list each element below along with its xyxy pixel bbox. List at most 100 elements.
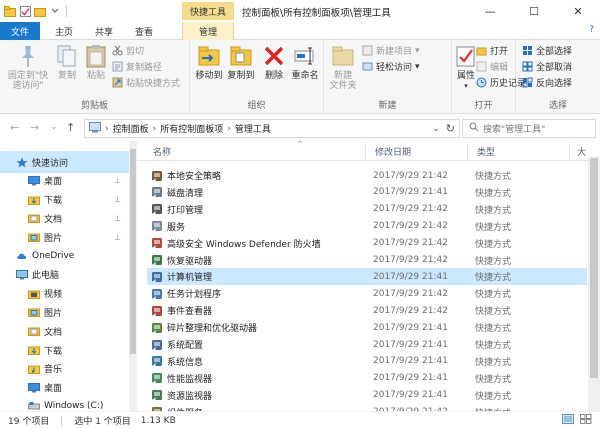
file-row[interactable]: 事件查看器 2017/9/29 21:42 快捷方式 (147, 302, 587, 319)
column-name[interactable]: 名称 (153, 145, 171, 158)
copy-to-button[interactable]: 复制到 (226, 43, 256, 81)
group-select: 全部选择 全部取消 反向选择 选择 (516, 40, 600, 114)
forward-button[interactable]: → (30, 121, 39, 134)
refresh-button[interactable]: ↻ (446, 122, 455, 135)
recent-locations-button[interactable]: ⌄ (50, 122, 58, 132)
tab-manage[interactable]: 管理 (182, 22, 234, 40)
tab-file[interactable]: 文件 (0, 22, 40, 40)
column-type[interactable]: 类型 (477, 145, 495, 158)
pinned-icon[interactable]: ⊥ (114, 233, 121, 242)
search-input[interactable]: 搜索"管理工具" (483, 122, 545, 135)
column-divider[interactable] (365, 143, 366, 159)
easy-access-button[interactable]: 轻松访问 ▾ (362, 60, 420, 73)
file-row[interactable]: 任务计划程序 2017/9/29 21:42 快捷方式 (147, 285, 587, 302)
nav-item-label: 文档 (44, 214, 63, 225)
status-item-count: 19 个项目 (8, 417, 50, 427)
file-date: 2017/9/29 21:42 (373, 221, 448, 232)
file-list-scrollbar[interactable] (588, 156, 600, 411)
column-divider[interactable] (569, 143, 570, 159)
properties-label: 属性 (456, 71, 475, 81)
nav-item-label: 桌面 (44, 384, 63, 395)
file-row[interactable]: 性能监视器 2017/9/29 21:41 快捷方式 (147, 370, 587, 387)
column-divider[interactable] (467, 143, 468, 159)
navigation-pane-scroll-thumb[interactable] (130, 149, 136, 354)
nav-item-label: OneDrive (32, 251, 75, 261)
qat-dropdown-icon[interactable] (49, 5, 61, 17)
nav-item-label: 图片 (44, 308, 63, 319)
select-all-icon (522, 45, 533, 56)
tab-view[interactable]: 查看 (126, 22, 162, 40)
back-button[interactable]: ← (10, 121, 19, 134)
pin-quick-access-button[interactable]: 固定到"快速访问" (4, 43, 52, 91)
shortcut-icon (151, 288, 163, 300)
tab-home[interactable]: 主页 (46, 22, 82, 40)
address-bar[interactable]: › 控制面板 › 所有控制面板项 › 管理工具 ⌄ ↻ (84, 119, 460, 138)
file-row[interactable]: 恢复驱动器 2017/9/29 21:42 快捷方式 (147, 252, 587, 269)
breadcrumb-admin-tools[interactable]: 管理工具 (235, 122, 271, 135)
search-box[interactable]: 搜索"管理工具" (462, 119, 596, 138)
navigation-pane-scrollbar[interactable] (129, 141, 137, 411)
address-dropdown-icon[interactable]: ⌄ (432, 124, 440, 134)
file-row[interactable]: 资源监视器 2017/9/29 21:41 快捷方式 (147, 387, 587, 404)
delete-button[interactable]: 删除 (262, 43, 286, 81)
paste-label: 粘贴 (86, 71, 105, 81)
delete-icon (262, 43, 286, 69)
close-button[interactable]: ✕ (556, 0, 600, 22)
properties-icon (454, 43, 478, 69)
paste-button[interactable]: 粘贴 (82, 43, 110, 81)
copy-path-button[interactable]: 复制路径 (112, 60, 162, 73)
paste-shortcut-button[interactable]: 粘贴快捷方式 (112, 76, 180, 89)
pinned-icon[interactable]: ⊥ (114, 195, 121, 204)
breadcrumb-separator: › (105, 123, 109, 134)
up-button[interactable]: ↑ (66, 121, 75, 134)
pinned-icon[interactable]: ⊥ (114, 176, 121, 185)
column-header: ^ 名称 修改日期 类型 大 (137, 140, 600, 161)
breadcrumb-control-panel[interactable]: 控制面板 (113, 122, 149, 135)
maximize-button[interactable]: ☐ (512, 0, 556, 22)
breadcrumb-separator[interactable]: › (227, 124, 231, 134)
column-date[interactable]: 修改日期 (375, 145, 411, 158)
file-row[interactable]: 碎片整理和优化驱动器 2017/9/29 21:41 快捷方式 (147, 319, 587, 336)
file-type: 快捷方式 (475, 205, 512, 216)
select-none-label: 全部取消 (536, 63, 573, 73)
file-row[interactable]: 系统配置 2017/9/29 21:41 快捷方式 (147, 336, 587, 353)
minimize-button[interactable]: — (468, 0, 512, 22)
file-row[interactable]: 打印管理 2017/9/29 21:42 快捷方式 (147, 201, 587, 218)
open-button[interactable]: 打开 (476, 44, 508, 57)
file-row[interactable]: 本地安全策略 2017/9/29 21:42 快捷方式 (147, 167, 587, 184)
details-view-icon[interactable] (562, 414, 574, 427)
cut-button[interactable]: 剪切 (112, 44, 144, 57)
file-list-scroll-thumb[interactable] (590, 158, 598, 378)
delete-label: 删除 (264, 71, 283, 81)
column-size[interactable]: 大 (577, 145, 586, 158)
copy-button[interactable]: 复制 (54, 43, 80, 81)
pinned-icon[interactable]: ⊥ (114, 214, 121, 223)
file-name: 碎片整理和优化驱动器 (167, 324, 258, 335)
file-row[interactable]: 计算机管理 2017/9/29 21:41 快捷方式 (147, 268, 587, 286)
star-icon (16, 157, 28, 168)
file-name: 系统配置 (167, 341, 204, 351)
context-tab-group: 快捷工具 (182, 2, 234, 20)
edit-button[interactable]: 编辑 (476, 60, 508, 73)
large-icons-view-icon[interactable] (580, 414, 592, 427)
rename-button[interactable]: 重命名 (290, 43, 320, 81)
help-button[interactable]: ? (589, 25, 594, 35)
file-row[interactable]: 系统信息 2017/9/29 21:41 快捷方式 (147, 353, 587, 370)
new-folder-button[interactable]: 新建 文件夹 (328, 43, 358, 91)
select-all-button[interactable]: 全部选择 (522, 44, 572, 57)
breadcrumb-separator[interactable]: › (153, 124, 157, 134)
download-icon (28, 195, 40, 205)
file-row[interactable]: 服务 2017/9/29 21:42 快捷方式 (147, 218, 587, 235)
new-item-button[interactable]: 新建项目 ▾ (362, 44, 420, 57)
move-to-button[interactable]: 移动到 (194, 43, 224, 81)
select-none-button[interactable]: 全部取消 (522, 60, 572, 73)
file-date: 2017/9/29 21:41 (373, 356, 448, 367)
file-row[interactable]: 高级安全 Windows Defender 防火墙 2017/9/29 21:42… (147, 235, 587, 252)
file-row[interactable]: 磁盘清理 2017/9/29 21:41 快捷方式 (147, 184, 587, 201)
properties-button[interactable]: 属性 ▾ (454, 43, 478, 91)
properties-qat-icon[interactable] (19, 5, 31, 17)
invert-selection-button[interactable]: 反向选择 (522, 76, 572, 89)
breadcrumb-all-items[interactable]: 所有控制面板项 (160, 122, 223, 135)
tab-share[interactable]: 共享 (86, 22, 122, 40)
new-folder-qat-icon[interactable] (34, 5, 46, 17)
